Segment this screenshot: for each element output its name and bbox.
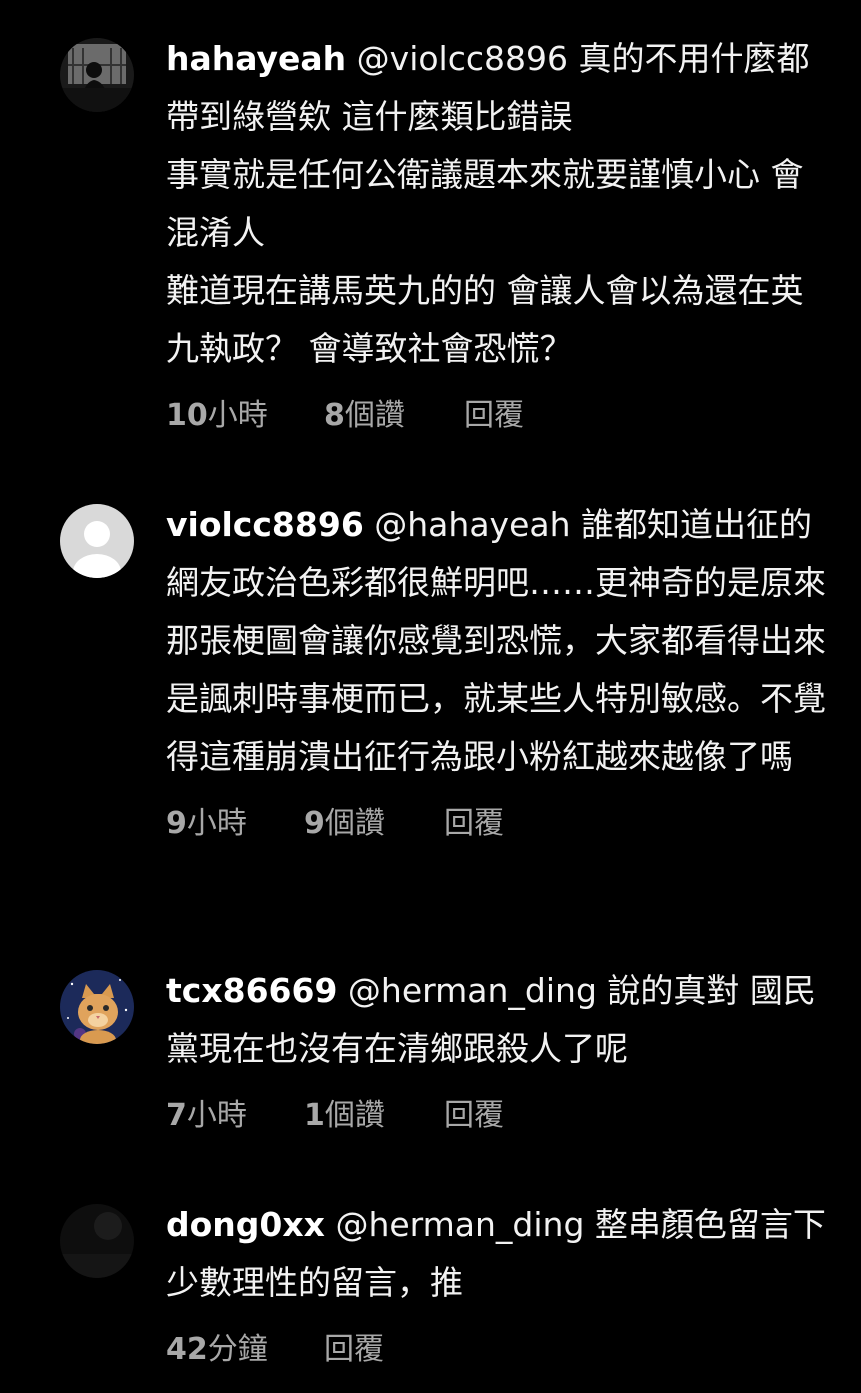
reply-button[interactable]: 回覆	[324, 1324, 384, 1368]
comment-meta: 7小時 1個讚 回覆	[166, 1090, 836, 1133]
comment-username[interactable]: hahayeah	[166, 39, 346, 78]
comment-username[interactable]: dong0xx	[166, 1205, 325, 1244]
comment-likes[interactable]: 8個讚	[324, 390, 405, 434]
comment-text: dong0xx @herman_ding 整串顏色留言下少數理性的留言，推	[166, 1196, 836, 1312]
comment-text: violcc8896 @hahayeah 誰都知道出征的網友政治色彩都很鮮明吧……	[166, 496, 836, 786]
comment-text: hahayeah @violcc8896 真的不用什麼都帶到綠營欸 這什麼類比錯…	[166, 30, 836, 378]
cat-in-space-avatar	[60, 970, 134, 1044]
reply-button[interactable]: 回覆	[444, 1090, 504, 1134]
comment-time: 7小時	[166, 1098, 247, 1133]
comment-time: 42分鐘	[166, 1332, 268, 1367]
comment-username[interactable]: violcc8896	[166, 505, 364, 544]
dark-photo-avatar	[60, 1204, 134, 1278]
silhouette-photo-avatar	[60, 38, 134, 112]
comment-meta: 9小時 9個讚 回覆	[166, 798, 836, 841]
comment-time: 9小時	[166, 806, 247, 841]
comment-body: @violcc8896 真的不用什麼都帶到綠營欸 這什麼類比錯誤 事實就是任何公…	[166, 39, 810, 368]
comment-meta: 10小時 8個讚 回覆	[166, 390, 836, 433]
reply-button[interactable]: 回覆	[444, 798, 504, 842]
comment-text: tcx86669 @herman_ding 說的真對 國民黨現在也沒有在清鄉跟殺…	[166, 962, 836, 1078]
avatar[interactable]	[60, 1204, 134, 1278]
avatar[interactable]	[60, 970, 134, 1044]
avatar[interactable]	[60, 504, 134, 578]
comment-meta: 42分鐘 回覆	[166, 1324, 836, 1367]
comment-likes[interactable]: 1個讚	[304, 1090, 385, 1134]
avatar[interactable]	[60, 38, 134, 112]
comment-time: 10小時	[166, 398, 268, 433]
comment-body: @hahayeah 誰都知道出征的網友政治色彩都很鮮明吧……更神奇的是原來那張梗…	[166, 505, 826, 776]
reply-button[interactable]: 回覆	[464, 390, 524, 434]
comment-username[interactable]: tcx86669	[166, 971, 337, 1010]
default-user-avatar	[60, 504, 134, 578]
comment-likes[interactable]: 9個讚	[304, 798, 385, 842]
